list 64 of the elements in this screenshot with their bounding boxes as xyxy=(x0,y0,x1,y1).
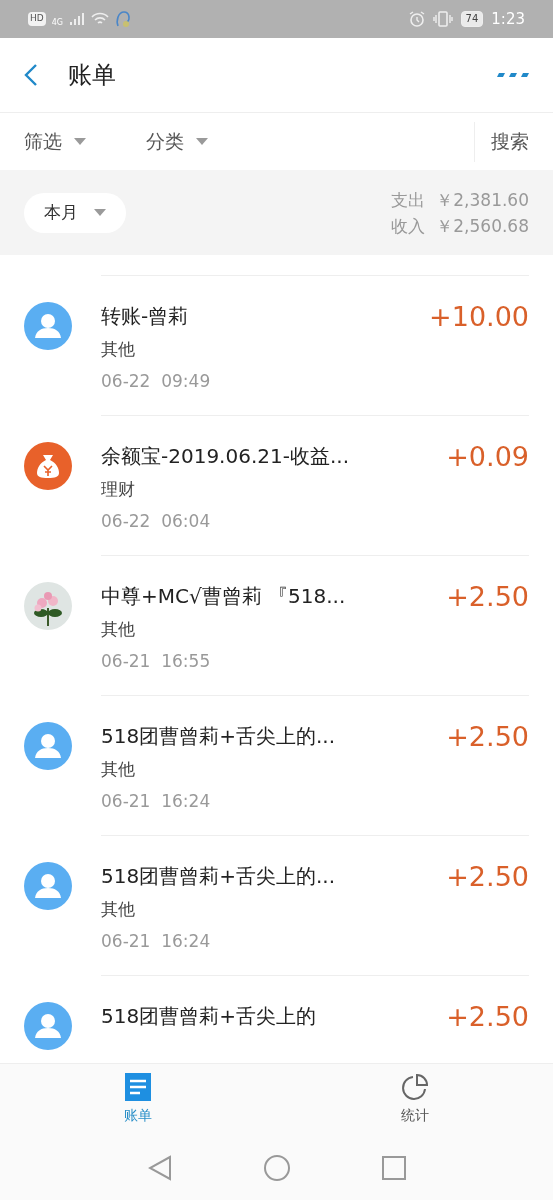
home-button[interactable] xyxy=(263,1154,290,1181)
recents-button[interactable] xyxy=(381,1155,406,1180)
transaction-time: 06-22 06:04 xyxy=(101,510,212,533)
transaction-row[interactable]: 中尊+MC√曹曾莉 『518... 其他 06-21 16:55 +2.50 xyxy=(0,555,553,695)
transaction-title: 518团曹曾莉+舌尖上的... xyxy=(101,863,336,890)
transaction-category: 其他 xyxy=(101,338,136,361)
user-avatar-icon xyxy=(24,302,72,350)
page-title: 账单 xyxy=(68,60,116,91)
transaction-time: 06-22 09:49 xyxy=(101,370,212,393)
transaction-title: 转账-曾莉 xyxy=(101,303,190,330)
transaction-time: 06-21 16:55 xyxy=(101,650,212,673)
signal-icon xyxy=(69,12,85,26)
filter-dropdown[interactable]: 筛选 xyxy=(0,127,122,156)
user-avatar-icon xyxy=(24,1002,72,1050)
transaction-category: 其他 xyxy=(101,758,136,781)
home-icon xyxy=(263,1154,290,1181)
battery-indicator: 74 xyxy=(460,11,484,27)
transaction-category: 其他 xyxy=(101,898,136,921)
back-icon xyxy=(24,63,38,87)
caret-icon xyxy=(196,138,208,145)
more-icon xyxy=(497,71,529,79)
transaction-row[interactable]: 转账-曾莉 其他 06-22 09:49 +10.00 xyxy=(0,275,553,415)
user-avatar-icon xyxy=(24,722,72,770)
clock: 1:23 xyxy=(491,8,525,30)
transaction-time: 06-21 16:24 xyxy=(101,790,212,813)
tab[interactable]: 账单 xyxy=(0,1064,277,1135)
transaction-title: 518团曹曾莉+舌尖上的... xyxy=(101,723,336,750)
back-nav-button[interactable] xyxy=(147,1154,172,1181)
money-bag-icon xyxy=(24,442,72,490)
period-dropdown[interactable]: 本月 xyxy=(24,192,126,233)
hd-indicator: HD xyxy=(28,12,46,26)
app-notification-icon xyxy=(115,10,131,28)
back-nav-icon xyxy=(147,1154,172,1181)
vibrate-icon xyxy=(432,11,453,27)
transaction-title: 518团曹曾莉+舌尖上的 xyxy=(101,1003,317,1030)
list-icon xyxy=(125,1073,152,1101)
wifi-icon xyxy=(91,12,109,26)
transaction-amount: +2.50 xyxy=(446,721,529,754)
caret-icon xyxy=(74,138,86,145)
alarm-icon xyxy=(408,11,425,27)
transaction-title: 余额宝-2019.06.21-收益... xyxy=(101,443,351,470)
transaction-row[interactable]: 518团曹曾莉+舌尖上的... 其他 06-21 16:24 +2.50 xyxy=(0,835,553,975)
transaction-amount: +2.50 xyxy=(446,1001,529,1034)
transaction-amount: +10.00 xyxy=(429,301,529,334)
transaction-category: 理财 xyxy=(101,478,136,501)
expense-total: 支出 ￥2,381.60 xyxy=(391,188,529,212)
search-button[interactable]: 搜索 xyxy=(474,121,553,162)
transaction-title: 中尊+MC√曹曾莉 『518... xyxy=(101,583,347,610)
user-avatar-icon xyxy=(24,862,72,910)
transaction-row[interactable]: 余额宝-2019.06.21-收益... 理财 06-22 06:04 +0.09 xyxy=(0,415,553,555)
transaction-amount: +2.50 xyxy=(446,581,529,614)
transaction-amount: +0.09 xyxy=(446,441,529,474)
filter-dropdown[interactable]: 分类 xyxy=(122,127,244,156)
income-total: 收入 ￥2,560.68 xyxy=(391,214,529,238)
transaction-row[interactable]: 518团曹曾莉+舌尖上的... 其他 06-21 16:24 +2.50 xyxy=(0,695,553,835)
pie-chart-icon xyxy=(400,1073,429,1101)
more-button[interactable] xyxy=(497,71,529,79)
transaction-time: 06-21 16:24 xyxy=(101,930,212,953)
network-type: 4G xyxy=(51,17,63,29)
transaction-category: 其他 xyxy=(101,618,136,641)
transaction-amount: +2.50 xyxy=(446,861,529,894)
recents-icon xyxy=(381,1155,406,1180)
tab[interactable]: 统计 xyxy=(276,1064,553,1135)
caret-icon xyxy=(94,209,106,216)
